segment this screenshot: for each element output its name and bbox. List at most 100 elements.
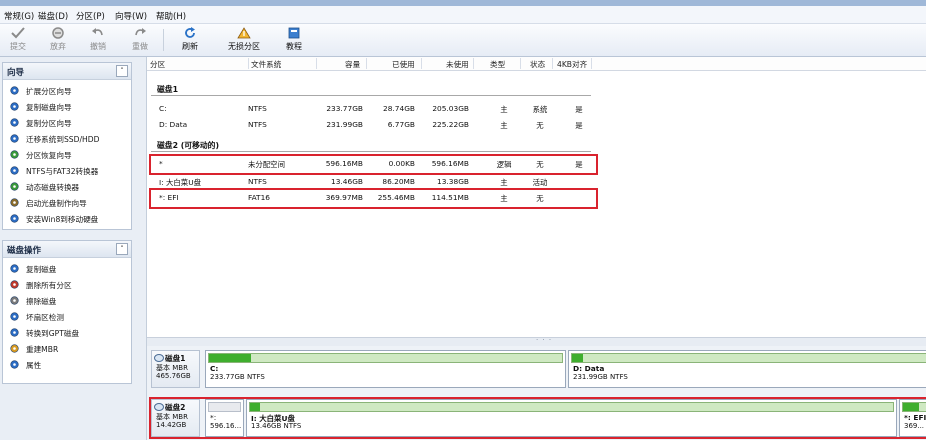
wizard-group-title: 向导 — [7, 68, 25, 78]
wizard-item[interactable]: 动态磁盘转换器 — [3, 179, 131, 195]
column-status[interactable]: 状态 — [530, 59, 545, 70]
collapse-icon[interactable]: ˄ — [116, 243, 128, 255]
usage-bar — [208, 353, 563, 363]
cell-aligned: 是 — [575, 105, 583, 114]
disk-op-item-label: 复制磁盘 — [26, 265, 57, 274]
undo-button[interactable]: 撤销 — [86, 26, 110, 52]
column-type[interactable]: 类型 — [490, 59, 505, 70]
table-row[interactable]: I: 大白菜U盘 NTFS 13.46GB 86.20MB 13.38GB 主 活动 — [147, 174, 607, 188]
cell-status: 系统 — [532, 105, 548, 114]
table-row[interactable]: C: NTFS 233.77GB 28.74GB 205.03GB 主 系统 是 — [147, 101, 607, 115]
column-divider[interactable] — [520, 58, 521, 69]
splitter-grip[interactable]: · · · — [536, 336, 552, 344]
table-row[interactable]: D: Data NTFS 231.99GB 6.77GB 225.22GB 主 无 是 — [147, 117, 607, 131]
wizard-item-icon — [10, 102, 19, 111]
disk-op-item-label: 属性 — [26, 361, 42, 370]
disk-op-item-icon — [10, 328, 19, 337]
column-partition[interactable]: 分区 — [150, 59, 165, 70]
disk-op-item[interactable]: 重建MBR — [3, 341, 131, 357]
disk-op-item-icon — [10, 344, 19, 353]
disk2-map-row[interactable]: 磁盘2 基本 MBR 14.42GB *: 596.16... I: 大白菜U盘… — [149, 397, 926, 439]
column-unused[interactable]: 未使用 — [446, 59, 469, 70]
column-filesystem[interactable]: 文件系统 — [251, 59, 281, 70]
refresh-icon — [182, 26, 198, 40]
cell-type: 主 — [500, 178, 508, 187]
disk-ops-group-title: 磁盘操作 — [7, 246, 42, 256]
table-header: 分区 文件系统 容量 已使用 未使用 类型 状态 4KB对齐 — [147, 57, 926, 71]
disk1-map-row[interactable]: 磁盘1 基本 MBR 465.76GB C: 233.77GB NTFS D: … — [149, 348, 926, 388]
undo-icon — [90, 26, 106, 40]
redo-button[interactable]: 重做 — [128, 26, 152, 52]
undo-label: 撤销 — [90, 42, 106, 51]
discard-button[interactable]: 放弃 — [46, 26, 70, 52]
wizard-item[interactable]: 扩展分区向导 — [3, 83, 131, 99]
highlight-box — [149, 154, 598, 175]
usage-fill — [209, 354, 252, 362]
disk-op-item[interactable]: 删除所有分区 — [3, 277, 131, 293]
book-icon — [286, 26, 302, 40]
cell-capacity: 233.77GB — [326, 104, 363, 113]
wizard-item[interactable]: 分区恢复向导 — [3, 147, 131, 163]
refresh-button[interactable]: 刷新 — [176, 26, 204, 52]
column-capacity[interactable]: 容量 — [345, 59, 360, 70]
cell-status: 活动 — [532, 178, 548, 187]
menu-partition[interactable]: 分区(P) — [76, 10, 105, 22]
column-divider[interactable] — [248, 58, 249, 69]
wizard-item[interactable]: 复制分区向导 — [3, 115, 131, 131]
disk-op-item[interactable]: 擦除磁盘 — [3, 293, 131, 309]
discard-label: 放弃 — [50, 42, 66, 51]
column-4k-aligned[interactable]: 4KB对齐 — [557, 59, 587, 70]
wizard-item-label: 分区恢复向导 — [26, 151, 72, 160]
partition-block-d[interactable]: D: Data 231.99GB NTFS — [568, 350, 926, 388]
cell-filesystem: NTFS — [248, 120, 267, 129]
disk-op-item[interactable]: 坏扇区检测 — [3, 309, 131, 325]
wizard-item[interactable]: 复制磁盘向导 — [3, 99, 131, 115]
cell-aligned: 是 — [575, 121, 583, 130]
disk-size: 465.76GB — [156, 372, 191, 380]
tutorial-button[interactable]: 教程 — [282, 26, 306, 52]
lossless-partition-button[interactable]: 无损分区 — [224, 26, 264, 52]
disk1-group-header[interactable]: 磁盘1 — [151, 82, 591, 96]
wizard-group: 向导 ˄ 扩展分区向导 复制磁盘向导复制分区向导 迁移系统到SSD/HDD 分区恢复向… — [2, 62, 132, 230]
wizard-item-label: 复制磁盘向导 — [26, 103, 72, 112]
column-divider[interactable] — [552, 58, 553, 69]
wizard-item[interactable]: 迁移系统到SSD/HDD — [3, 131, 131, 147]
menu-disk[interactable]: 磁盘(D) — [38, 10, 68, 22]
usage-fill — [572, 354, 583, 362]
partition-block-c[interactable]: C: 233.77GB NTFS — [205, 350, 566, 388]
wizard-item-label: NTFS与FAT32转换器 — [26, 167, 99, 176]
column-divider[interactable] — [591, 58, 592, 69]
column-divider[interactable] — [421, 58, 422, 69]
collapse-icon[interactable]: ˄ — [116, 65, 128, 77]
wizard-group-header[interactable]: 向导 ˄ — [3, 63, 131, 80]
wizard-item[interactable]: 启动光盘制作向导 — [3, 195, 131, 211]
commit-button[interactable]: 提交 — [6, 26, 30, 52]
cell-unused: 225.22GB — [432, 120, 469, 129]
cell-unused: 205.03GB — [432, 104, 469, 113]
disk-op-item[interactable]: 复制磁盘 — [3, 261, 131, 277]
partition-table: 分区 文件系统 容量 已使用 未使用 类型 状态 4KB对齐 磁盘1 C: NTF… — [147, 57, 926, 337]
commit-label: 提交 — [10, 42, 26, 51]
disk-op-item-label: 重建MBR — [26, 345, 59, 354]
wizard-item[interactable]: 安装Win8到移动硬盘 — [3, 211, 131, 227]
wizard-item[interactable]: NTFS与FAT32转换器 — [3, 163, 131, 179]
left-panel: 向导 ˄ 扩展分区向导 复制磁盘向导 复制分区向导 迁移系统到SSD/HDD 分区恢复向… — [0, 57, 147, 440]
column-divider[interactable] — [473, 58, 474, 69]
menu-general[interactable]: 常规(G) — [4, 10, 34, 22]
disk2-group-header[interactable]: 磁盘2 (可移动的) — [151, 138, 591, 152]
menu-help[interactable]: 帮助(H) — [156, 10, 186, 22]
disk-op-item[interactable]: 属性 — [3, 357, 131, 373]
cell-used: 6.77GB — [387, 120, 415, 129]
column-used[interactable]: 已使用 — [392, 59, 415, 70]
column-divider[interactable] — [316, 58, 317, 69]
cell-status: 无 — [536, 121, 544, 130]
column-divider[interactable] — [366, 58, 367, 69]
disk-op-item-icon — [10, 296, 19, 305]
redo-label: 重做 — [132, 42, 148, 51]
disk-ops-group-header[interactable]: 磁盘操作 ˄ — [3, 241, 131, 258]
wizard-item-label: 扩展分区向导 — [26, 87, 72, 96]
disk1-info[interactable]: 磁盘1 基本 MBR 465.76GB — [151, 350, 200, 388]
menu-wizard[interactable]: 向导(W) — [115, 10, 147, 22]
disk-op-item[interactable]: 转换到GPT磁盘 — [3, 325, 131, 341]
highlight-box — [149, 397, 926, 439]
